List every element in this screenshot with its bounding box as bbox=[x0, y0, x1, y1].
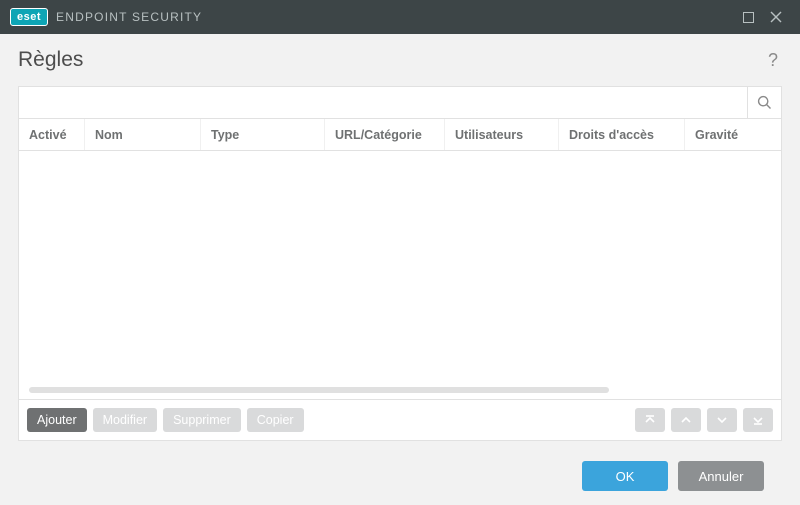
chevron-down-icon bbox=[716, 414, 728, 426]
maximize-icon bbox=[743, 12, 754, 23]
move-bottom-button bbox=[743, 408, 773, 432]
dialog-footer: OK Annuler bbox=[18, 441, 782, 491]
col-url-category[interactable]: URL/Catégorie bbox=[325, 119, 445, 150]
delete-button: Supprimer bbox=[163, 408, 241, 432]
table-body bbox=[19, 151, 781, 399]
move-up-button bbox=[671, 408, 701, 432]
brand-text: ENDPOINT SECURITY bbox=[56, 10, 202, 24]
page-title: Règles bbox=[18, 48, 83, 72]
help-button[interactable]: ? bbox=[764, 50, 782, 71]
col-name[interactable]: Nom bbox=[85, 119, 201, 150]
help-icon: ? bbox=[768, 50, 778, 70]
col-access-rights[interactable]: Droits d'accès bbox=[559, 119, 685, 150]
cancel-button[interactable]: Annuler bbox=[678, 461, 764, 491]
move-top-icon bbox=[644, 414, 656, 426]
maximize-button[interactable] bbox=[734, 3, 762, 31]
col-users[interactable]: Utilisateurs bbox=[445, 119, 559, 150]
horizontal-scrollbar[interactable] bbox=[29, 387, 609, 393]
chevron-up-icon bbox=[680, 414, 692, 426]
search-button[interactable] bbox=[747, 87, 781, 118]
col-type[interactable]: Type bbox=[201, 119, 325, 150]
action-toolbar: Ajouter Modifier Supprimer Copier bbox=[19, 399, 781, 440]
titlebar: eset ENDPOINT SECURITY bbox=[0, 0, 800, 34]
search-icon bbox=[757, 95, 772, 110]
close-button[interactable] bbox=[762, 3, 790, 31]
move-down-button bbox=[707, 408, 737, 432]
move-top-button bbox=[635, 408, 665, 432]
search-input[interactable] bbox=[19, 87, 747, 118]
brand-badge: eset bbox=[10, 8, 48, 26]
copy-button: Copier bbox=[247, 408, 304, 432]
col-active[interactable]: Activé bbox=[19, 119, 85, 150]
add-button[interactable]: Ajouter bbox=[27, 408, 87, 432]
move-bottom-icon bbox=[752, 414, 764, 426]
rules-panel: Activé Nom Type URL/Catégorie Utilisateu… bbox=[18, 86, 782, 441]
ok-button[interactable]: OK bbox=[582, 461, 668, 491]
table-header: Activé Nom Type URL/Catégorie Utilisateu… bbox=[19, 119, 781, 151]
close-icon bbox=[770, 11, 782, 23]
col-severity[interactable]: Gravité bbox=[685, 119, 781, 150]
rules-table: Activé Nom Type URL/Catégorie Utilisateu… bbox=[19, 119, 781, 399]
edit-button: Modifier bbox=[93, 408, 157, 432]
